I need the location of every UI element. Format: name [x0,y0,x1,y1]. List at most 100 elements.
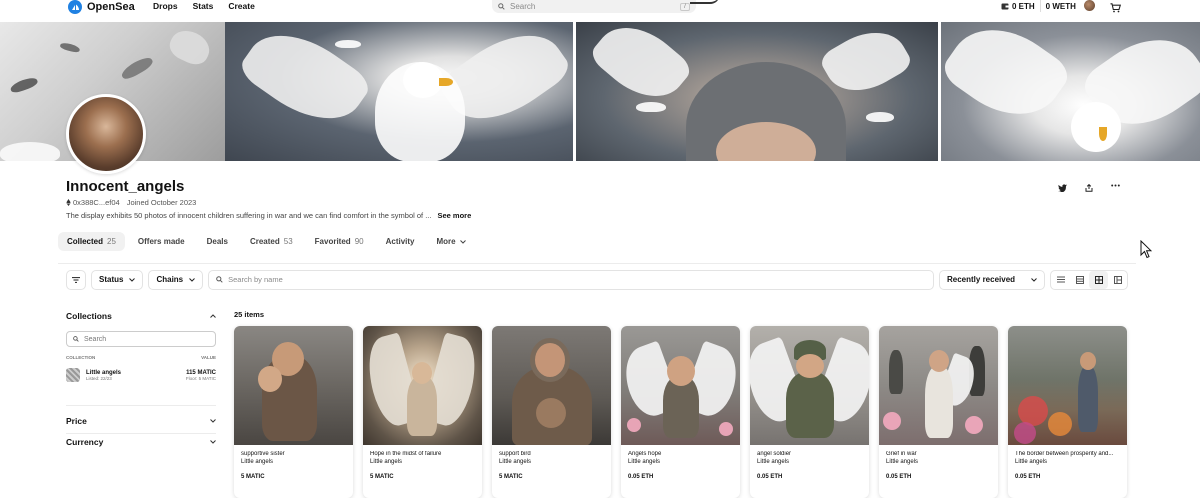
search-shortcut-key: / [680,2,690,11]
tab-offers-made[interactable]: Offers made [129,232,194,251]
chevron-down-icon [459,239,466,244]
chains-filter-button[interactable]: Chains [148,269,204,290]
nft-price: 0.05 ETH [757,474,783,480]
nft-image [234,326,353,445]
nft-image [363,326,482,445]
tab-label: Activity [385,237,415,246]
grid-view-icon [1094,275,1103,284]
profile-joined: Joined October 2023 [126,198,197,207]
filter-toggle-button[interactable] [66,269,86,290]
nft-price: 0.05 ETH [886,474,912,480]
profile-description: The display exhibits 50 photos of innoce… [66,211,471,220]
tabs-divider [58,263,1136,264]
nft-card[interactable]: Hope in the midst of failure Little ange… [363,326,482,498]
nav-link-create[interactable]: Create [228,0,254,12]
list-view-button[interactable] [1051,271,1070,289]
collections-search-placeholder: Search [84,335,107,343]
grid-view-button[interactable] [1089,270,1108,289]
search-icon [216,276,223,283]
nft-card[interactable]: support bird Little angels 5 MATIC [492,326,611,498]
collection-floor: Floor: 5 MATIC [185,375,216,381]
share-icon[interactable] [1085,184,1093,192]
collection-row[interactable]: Little angels Listed: 22/23 115 MATIC Fl… [66,368,216,382]
nft-collection: Little angels [757,459,790,465]
tab-activity[interactable]: Activity [377,232,424,251]
view-mode-group [1050,269,1128,290]
see-more-link[interactable]: See more [437,211,471,220]
nft-card[interactable]: supportive sister Little angels 5 MATIC [234,326,353,498]
profile-banner [0,22,1200,161]
wallet-icon [1001,3,1009,9]
opensea-logo[interactable]: OpenSea [68,0,135,14]
collections-title: Collections [66,311,112,321]
nft-collection: Little angels [1015,459,1048,465]
nft-card[interactable]: Angels hope Little angels 0.05 ETH [621,326,740,498]
items-search-placeholder: Search by name [228,275,283,284]
nft-title: supportive sister [241,451,285,457]
collections-section-header[interactable]: Collections [66,309,216,323]
collection-name: Little angels [86,369,122,376]
tab-favorited[interactable]: Favorited 90 [306,232,373,251]
currency-section-header[interactable]: Currency [66,435,216,449]
profile-address-text: 0x388C...ef04 [73,198,120,207]
tab-label: Favorited [314,237,351,246]
twitter-icon[interactable] [1058,184,1067,192]
nav-link-drops[interactable]: Drops [153,0,178,12]
collection-column-header: COLLECTION [66,355,96,360]
nft-collection: Little angels [628,459,661,465]
filter-sidebar: Collections Search COLLECTION VALUE Litt… [66,309,216,447]
nft-collection: Little angels [886,459,919,465]
global-search-input[interactable]: Search / [492,0,696,13]
nft-card[interactable]: The border between prosperity and... Lit… [1008,326,1127,498]
tab-label: Created [249,237,280,246]
table-view-button[interactable] [1070,271,1089,289]
wallet-balance[interactable]: 0 ETH 0 WETH [996,0,1081,12]
nft-collection: Little angels [241,459,274,465]
search-icon [73,336,79,342]
status-filter-button[interactable]: Status [91,269,144,290]
tab-count: 90 [354,237,364,246]
profile-address[interactable]: 0x388C...ef04 [66,198,120,207]
sidebar-divider [66,433,216,434]
tab-collected[interactable]: Collected 25 [58,232,125,251]
collection-value: 115 MATIC [186,369,216,376]
top-nav: OpenSea Drops Stats Create Search / 0 ET… [0,0,1200,22]
nft-image [879,326,998,445]
items-search-input[interactable]: Search by name [208,269,934,290]
brand-name: OpenSea [87,1,135,13]
banner-panel-dove [938,22,1200,161]
cart-icon[interactable] [1110,0,1122,18]
list-view-icon [1056,276,1065,283]
nft-title: support bird [499,451,531,457]
user-avatar[interactable] [1084,0,1095,11]
collection-listed: Listed: 22/23 [86,375,112,381]
chevron-up-icon [210,314,216,318]
chevron-down-icon [210,440,216,444]
nav-link-stats[interactable]: Stats [193,0,214,12]
profile-avatar[interactable] [66,94,146,174]
collections-columns: COLLECTION VALUE [66,355,216,360]
tab-more[interactable]: More [428,232,475,251]
chevron-down-icon [210,419,216,423]
tab-label: More [436,237,456,246]
large-grid-view-button[interactable] [1108,271,1127,289]
tab-created[interactable]: Created 53 [241,232,302,251]
nft-title: angel soldier [757,451,792,457]
more-options-icon[interactable] [1111,184,1120,187]
tab-count: 25 [107,237,116,246]
filter-bar: Status Chains Search by name Recently re… [66,269,1128,290]
collections-search-input[interactable]: Search [66,331,216,347]
tab-deals[interactable]: Deals [198,232,237,251]
price-section-header[interactable]: Price [66,414,216,428]
nft-image [1008,326,1127,445]
currency-title: Currency [66,437,104,447]
opensea-logo-icon [68,0,82,14]
nft-price: 0.05 ETH [1015,474,1041,480]
profile-name: Innocent_angels [66,178,185,195]
nft-card[interactable]: Grief in war Little angels 0.05 ETH [879,326,998,498]
sort-dropdown[interactable]: Recently received [939,269,1045,290]
status-filter-label: Status [99,275,124,284]
profile-meta: 0x388C...ef04 Joined October 2023 [66,198,196,207]
chevron-down-icon [129,277,136,282]
nft-card[interactable]: angel soldier Little angels 0.05 ETH [750,326,869,498]
